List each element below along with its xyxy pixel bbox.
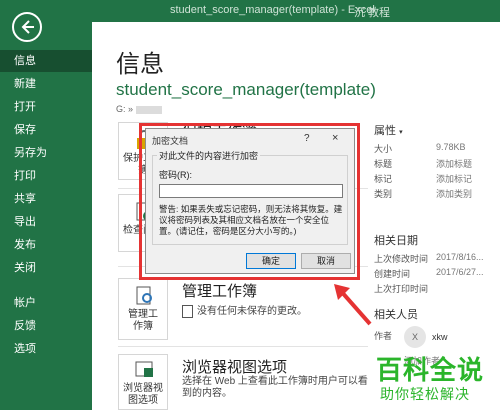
related-people-title: 相关人员 [374, 309, 418, 321]
manage-workbook-button[interactable]: 管理工作簿 [118, 278, 168, 340]
modified-date: 2017/8/16... [436, 252, 484, 262]
prop-key: 大小 [374, 144, 393, 154]
backstage-sidebar: 信息 新建 打开 保存 另存为 打印 共享 导出 发布 关闭 帐户 反馈 选项 [0, 0, 92, 410]
prop-key: 标题 [374, 159, 393, 169]
avatar: X [404, 326, 426, 348]
browser-title: 浏览器视图选项 [182, 359, 288, 376]
add-tag-field[interactable]: 添加标记 [436, 172, 472, 185]
watermark: 百科全说 助你轻松解决 [366, 352, 500, 410]
browser-tile-label: 浏览器视图选项 [123, 383, 163, 406]
properties-title[interactable]: 属性 ▾ [374, 122, 403, 138]
nav-info[interactable]: 信息 [0, 50, 92, 72]
manage-tile-label: 管理工作簿 [128, 309, 158, 332]
nav-feedback[interactable]: 反馈 [0, 315, 92, 337]
window-title-tail: 沉 教程 [354, 7, 391, 19]
manage-desc: 没有任何未保存的更改。 [182, 302, 307, 318]
nav-print[interactable]: 打印 [0, 165, 92, 187]
nav-save-as[interactable]: 另存为 [0, 142, 92, 164]
browser-view-icon [135, 361, 153, 377]
nav-new[interactable]: 新建 [0, 73, 92, 95]
nav-export[interactable]: 导出 [0, 211, 92, 233]
manage-title: 管理工作簿 [182, 283, 258, 300]
doc-icon [182, 304, 193, 318]
nav-options[interactable]: 选项 [0, 338, 92, 360]
chevron-down-icon: ▾ [399, 129, 403, 136]
prop-key: 类别 [374, 189, 393, 199]
prop-size-value: 9.78KB [436, 142, 466, 152]
nav-share[interactable]: 共享 [0, 188, 92, 210]
nav-open[interactable]: 打开 [0, 96, 92, 118]
add-title-field[interactable]: 添加标题 [436, 157, 472, 170]
file-path: G: » [116, 104, 163, 114]
related-dates-title: 相关日期 [374, 235, 418, 247]
author-label: 作者 [374, 331, 393, 341]
date-key: 创建时间 [374, 269, 411, 279]
author-name: xkw [432, 332, 448, 342]
nav-account[interactable]: 帐户 [0, 292, 92, 314]
highlight-box [139, 123, 360, 280]
back-arrow-icon[interactable] [12, 12, 42, 42]
watermark-title: 百科全说 [376, 355, 485, 385]
manage-workbook-icon [136, 286, 152, 305]
date-key: 上次修改时间 [374, 254, 429, 264]
created-date: 2017/6/27... [436, 267, 484, 277]
page-title: 信息 [116, 51, 164, 78]
nav-publish[interactable]: 发布 [0, 234, 92, 256]
date-key: 上次打印时间 [374, 284, 429, 294]
browser-view-options-button[interactable]: 浏览器视图选项 [118, 354, 168, 410]
prop-key: 标记 [374, 174, 393, 184]
nav-close[interactable]: 关闭 [0, 257, 92, 279]
window-title: student_score_manager(template) - Excel [170, 4, 375, 16]
browser-desc: 选择在 Web 上查看此工作簿时用户可以看到的内容。 [182, 376, 368, 399]
annotation-arrow-icon [334, 284, 372, 326]
file-name: student_score_manager(template) [116, 80, 376, 99]
title-bar: student_score_manager(template) - Excel … [92, 0, 500, 22]
divider [118, 346, 368, 347]
watermark-subtitle: 助你轻松解决 [380, 386, 470, 402]
add-category-field[interactable]: 添加类别 [436, 187, 472, 200]
nav-save[interactable]: 保存 [0, 119, 92, 141]
